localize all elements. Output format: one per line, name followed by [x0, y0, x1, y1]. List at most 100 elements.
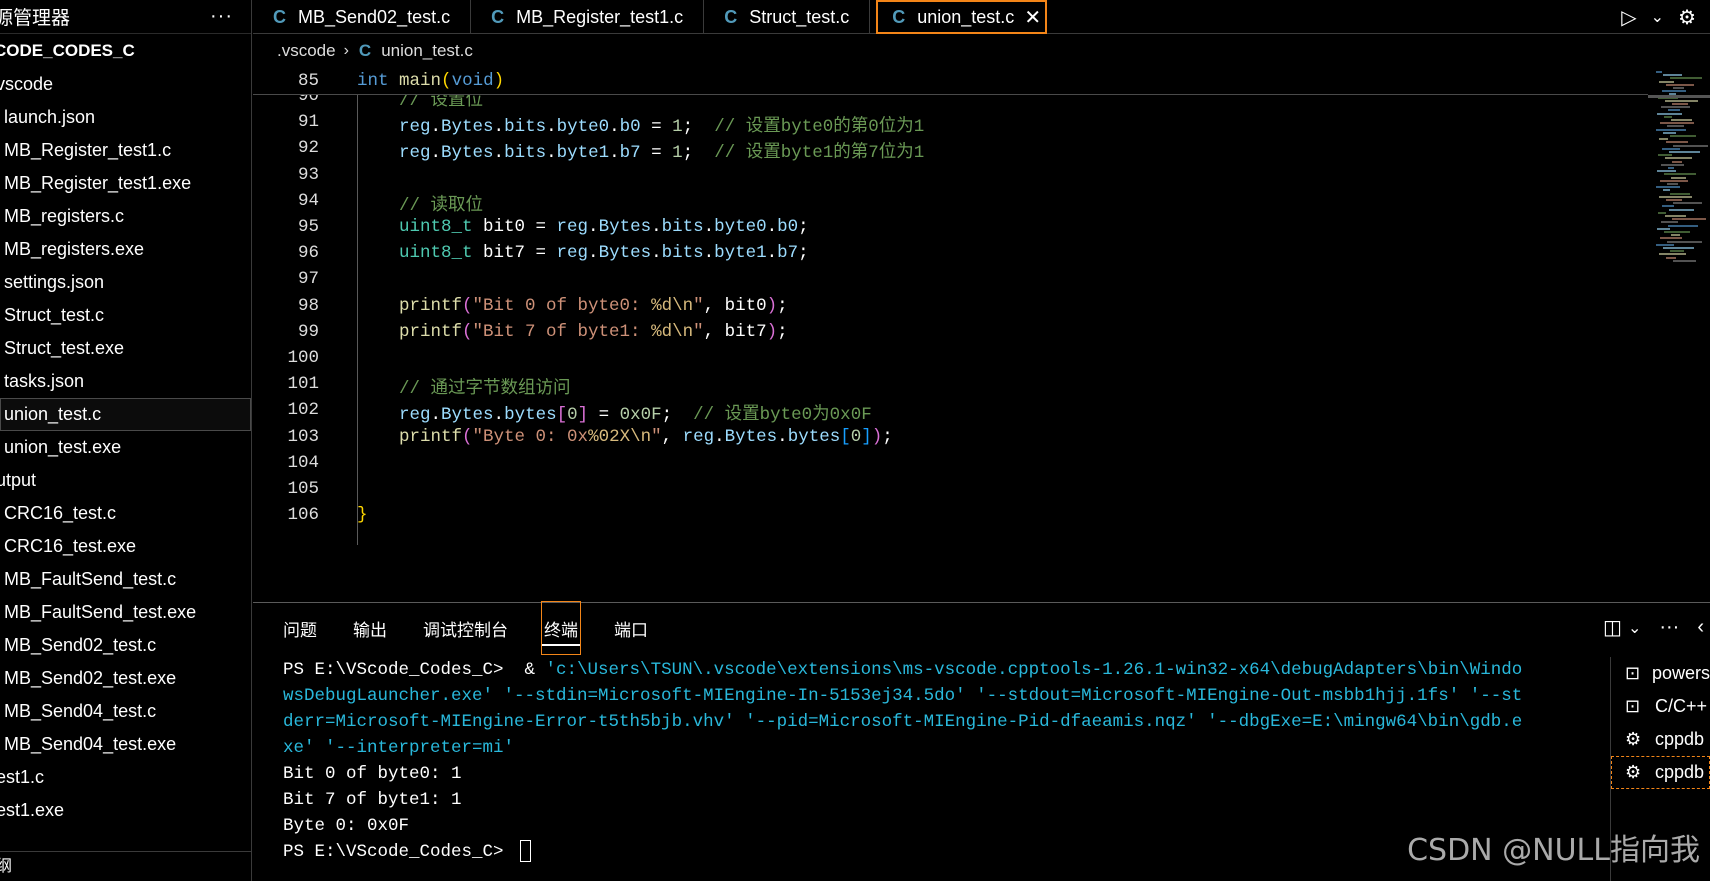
- c-file-icon: C: [273, 6, 286, 27]
- tree-item-label: MB_registers.c: [4, 206, 125, 226]
- editor-tab[interactable]: C MB_Send02_test.c: [253, 0, 472, 34]
- explorer-title: 源管理器: [0, 8, 71, 29]
- tree-item[interactable]: union_test.exe: [0, 431, 251, 464]
- tree-item[interactable]: MB_Send04_test.c: [0, 695, 251, 728]
- debug-icon: ⚙: [1625, 729, 1642, 749]
- code-line[interactable]: 98 printf("Bit 0 of byte0: %d\n", bit0);: [253, 293, 1648, 321]
- tree-item[interactable]: est1.exe: [0, 794, 251, 827]
- code-line[interactable]: 106}: [253, 502, 1648, 530]
- panel-tab[interactable]: 终端: [541, 601, 581, 655]
- c-file-icon: C: [892, 6, 906, 27]
- run-menu-chevron-icon[interactable]: ⌄: [1651, 7, 1664, 27]
- tree-item[interactable]: MB_Register_test1.exe: [0, 167, 251, 200]
- breadcrumb-folder[interactable]: .vscode: [277, 41, 336, 61]
- editor-tab[interactable]: C Struct_test.c: [704, 0, 871, 34]
- code-line-content: printf("Bit 0 of byte0: %d\n", bit0);: [399, 296, 788, 316]
- tree-item[interactable]: MB_registers.c: [0, 200, 251, 233]
- line-number: 97: [297, 269, 319, 290]
- minimap-line: [1668, 224, 1698, 227]
- code-token: .: [493, 143, 505, 164]
- code-token: ;: [777, 321, 788, 342]
- code-token: .: [493, 117, 505, 138]
- code-token: (: [441, 71, 452, 91]
- panel-tab[interactable]: 调试控制台: [423, 604, 508, 652]
- gear-icon[interactable]: ⚙: [1678, 5, 1696, 30]
- code-line[interactable]: 92 reg.Bytes.bits.byte1.b7 = 1; // 设置byte…: [253, 135, 1648, 163]
- code-line[interactable]: 96 uint8_t bit7 = reg.Bytes.bits.byte1.b7…: [253, 240, 1648, 268]
- minimap-line: [1662, 205, 1674, 208]
- code-token: %d: [651, 295, 673, 316]
- workspace-root-folder[interactable]: CODE_CODES_C: [0, 34, 251, 68]
- code-token: .: [430, 117, 442, 138]
- tree-item-label: MB_FaultSend_test.c: [4, 569, 177, 589]
- terminal-instance[interactable]: ⚙ cppdb: [1611, 723, 1710, 756]
- minimap-viewport[interactable]: [1648, 95, 1710, 98]
- code-token: .: [651, 217, 662, 237]
- code-line[interactable]: 93: [253, 162, 1648, 190]
- code-line[interactable]: 95 uint8_t bit0 = reg.Bytes.bits.byte0.b0…: [253, 214, 1648, 242]
- minimap-line: [1664, 173, 1696, 176]
- editor-tab[interactable]: C MB_Register_test1.c: [471, 0, 705, 34]
- collapse-chevron-icon[interactable]: ‹: [1697, 616, 1704, 639]
- code-token: main: [399, 71, 442, 91]
- tree-item[interactable]: est1.c: [0, 761, 251, 794]
- code-token: , bit0: [703, 295, 767, 316]
- code-token: printf: [399, 295, 463, 316]
- sticky-scroll-line[interactable]: 85 int main(void): [253, 67, 1648, 95]
- minimap[interactable]: [1648, 67, 1710, 287]
- terminal-instance[interactable]: ⚙ cppdb: [1611, 756, 1710, 789]
- code-line[interactable]: 102 reg.Bytes.bytes[0] = 0x0F; // 设置byte0…: [253, 397, 1648, 425]
- code-token: 1: [672, 143, 683, 164]
- tree-item[interactable]: union_test.c: [0, 398, 251, 431]
- tree-item[interactable]: MB_Send02_test.c: [0, 629, 251, 662]
- tree-item[interactable]: MB_FaultSend_test.c: [0, 563, 251, 596]
- code-editor[interactable]: 85 int main(void) 90// 设置位 91 reg.Bytes.bi…: [253, 67, 1648, 602]
- editor-tab[interactable]: Cunion_test.c ✕: [876, 0, 1048, 34]
- more-actions-icon[interactable]: ···: [210, 5, 233, 28]
- more-actions-icon[interactable]: ···: [1659, 616, 1679, 639]
- code-line[interactable]: 100: [253, 345, 1648, 373]
- tree-item[interactable]: utput: [0, 464, 251, 497]
- panel-tab[interactable]: 输出: [353, 604, 387, 652]
- code-line[interactable]: 104: [253, 450, 1648, 478]
- code-line[interactable]: 101 // 通过字节数组访问: [253, 371, 1648, 399]
- panel-tab[interactable]: 问题: [283, 604, 317, 652]
- tree-item[interactable]: MB_Register_test1.c: [0, 134, 251, 167]
- code-line[interactable]: 97: [253, 266, 1648, 294]
- tree-item[interactable]: MB_FaultSend_test.exe: [0, 596, 251, 629]
- minimap-line: [1661, 221, 1678, 224]
- run-icon[interactable]: ▷: [1621, 5, 1636, 30]
- outline-section[interactable]: 纲: [0, 851, 251, 881]
- minimap-line: [1663, 189, 1670, 192]
- tree-item[interactable]: MB_registers.exe: [0, 233, 251, 266]
- terminal-command: derr=Microsoft-MIEngine-Error-t5th5bjb.v…: [283, 712, 1523, 732]
- tree-item[interactable]: vscode: [0, 68, 251, 101]
- tree-item[interactable]: settings.json: [0, 266, 251, 299]
- code-line[interactable]: 99 printf("Bit 7 of byte1: %d\n", bit7);: [253, 319, 1648, 347]
- close-icon[interactable]: ✕: [1024, 5, 1041, 30]
- code-token: bits: [661, 243, 704, 264]
- terminal-output[interactable]: PS E:\VScode_Codes_C> & 'c:\Users\TSUN\.…: [253, 657, 1609, 881]
- code-token: .: [609, 143, 620, 164]
- code-line[interactable]: 103 printf("Byte 0: 0x%02X\n", reg.Bytes.…: [253, 424, 1648, 452]
- chevron-down-icon[interactable]: ⌄: [1628, 618, 1641, 638]
- tree-item[interactable]: CRC16_test.c: [0, 497, 251, 530]
- tree-item[interactable]: launch.json: [0, 101, 251, 134]
- c-file-icon: C: [491, 6, 505, 27]
- tree-item[interactable]: Struct_test.c: [0, 299, 251, 332]
- panel-tab[interactable]: 端口: [614, 604, 648, 652]
- code-token: "Bit 0 of byte0:: [472, 295, 652, 316]
- tree-item[interactable]: CRC16_test.exe: [0, 530, 251, 563]
- terminal-instance[interactable]: ⊡ powers: [1611, 657, 1710, 690]
- tree-item[interactable]: tasks.json: [0, 365, 251, 398]
- tree-item[interactable]: Struct_test.exe: [0, 332, 251, 365]
- code-line[interactable]: 105: [253, 476, 1648, 504]
- terminal-instance[interactable]: ⊡ C/C++: [1611, 690, 1710, 723]
- code-line[interactable]: 94 // 读取位: [253, 188, 1648, 216]
- tree-item[interactable]: MB_Send02_test.exe: [0, 662, 251, 695]
- code-line[interactable]: 91 reg.Bytes.bits.byte0.b0 = 1; // 设置byte…: [253, 109, 1648, 137]
- split-terminal-icon[interactable]: ◫: [1603, 615, 1622, 640]
- tree-item[interactable]: MB_Send04_test.exe: [0, 728, 251, 761]
- minimap-line: [1667, 125, 1684, 128]
- breadcrumb-file[interactable]: union_test.c: [381, 41, 473, 61]
